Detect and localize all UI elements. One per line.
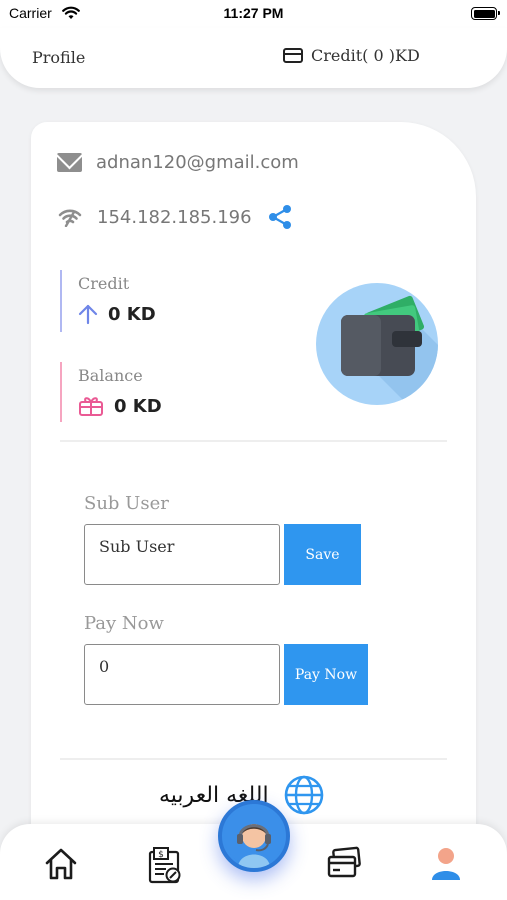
header-credit-label: Credit( 0 )KD [311, 46, 420, 65]
header-credit[interactable]: Credit( 0 )KD [283, 46, 420, 65]
share-icon[interactable] [268, 204, 292, 230]
credit-value: 0 KD [108, 303, 156, 325]
ip-signal-icon [58, 209, 82, 227]
support-button[interactable] [218, 800, 290, 872]
arrow-up-icon [78, 304, 98, 325]
svg-text:$: $ [158, 850, 164, 860]
gift-icon [79, 397, 103, 416]
pay-amount-input[interactable]: 0 [84, 644, 280, 705]
home-icon[interactable] [43, 846, 79, 882]
mail-icon [57, 153, 82, 172]
wallet-illustration [316, 283, 438, 405]
ip-row: 154.182.185.196 [57, 204, 292, 230]
balance-label: Balance [78, 366, 143, 385]
balance-stat: Balance 0 KD [60, 362, 220, 422]
page-title: Profile [32, 48, 86, 67]
credit-label: Credit [78, 274, 130, 293]
pay-now-label: Pay Now [84, 613, 164, 634]
invoice-icon[interactable]: $ [146, 846, 184, 884]
profile-card: adnan120@gmail.com 154.182.185.196 Credi… [31, 122, 476, 842]
sub-user-label: Sub User [84, 493, 169, 514]
divider [60, 440, 447, 442]
divider [60, 758, 447, 760]
credit-stat: Credit 0 KD [60, 270, 220, 332]
profile-icon[interactable] [431, 846, 461, 882]
ip-address-text: 154.182.185.196 [97, 206, 252, 228]
pay-now-button[interactable]: Pay Now [284, 644, 368, 705]
globe-icon [284, 775, 323, 815]
cards-icon[interactable] [326, 846, 362, 880]
clock: 11:27 PM [223, 5, 284, 21]
email-row: adnan120@gmail.com [57, 152, 299, 173]
status-bar: Carrier 11:27 PM [0, 0, 507, 28]
sub-user-input[interactable]: Sub User [84, 524, 280, 585]
support-agent-icon [224, 806, 284, 868]
credit-card-icon [283, 48, 303, 63]
save-button[interactable]: Save [284, 524, 361, 585]
app-header: Profile Credit( 0 )KD [0, 28, 507, 88]
wallet-icon [341, 295, 438, 405]
battery-icon [471, 7, 500, 20]
email-text: adnan120@gmail.com [96, 152, 299, 173]
balance-value: 0 KD [114, 395, 162, 417]
